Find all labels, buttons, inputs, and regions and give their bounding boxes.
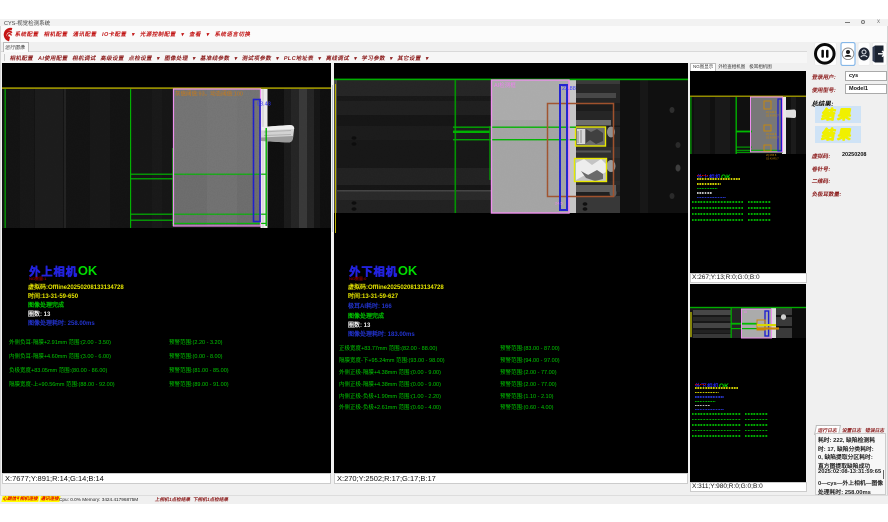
svg-text:S3.43-R0.7: S3.43-R0.7 — [766, 157, 779, 160]
svg-text:S3.43-R0.7: S3.43-R0.7 — [766, 136, 779, 139]
svg-text:23.88: 23.88 — [562, 86, 576, 92]
svg-text:24.5: 24.5 — [555, 201, 564, 206]
svg-text:S3.43-R0.7: S3.43-R0.7 — [766, 114, 779, 117]
svg-text:AI: AI — [744, 310, 747, 314]
svg-text:灰值阈值:93，动态阈值:100: 灰值阈值:93，动态阈值:100 — [175, 90, 243, 98]
svg-text:AI检测框: AI检测框 — [494, 81, 516, 89]
svg-text:93.48: 93.48 — [257, 102, 271, 108]
